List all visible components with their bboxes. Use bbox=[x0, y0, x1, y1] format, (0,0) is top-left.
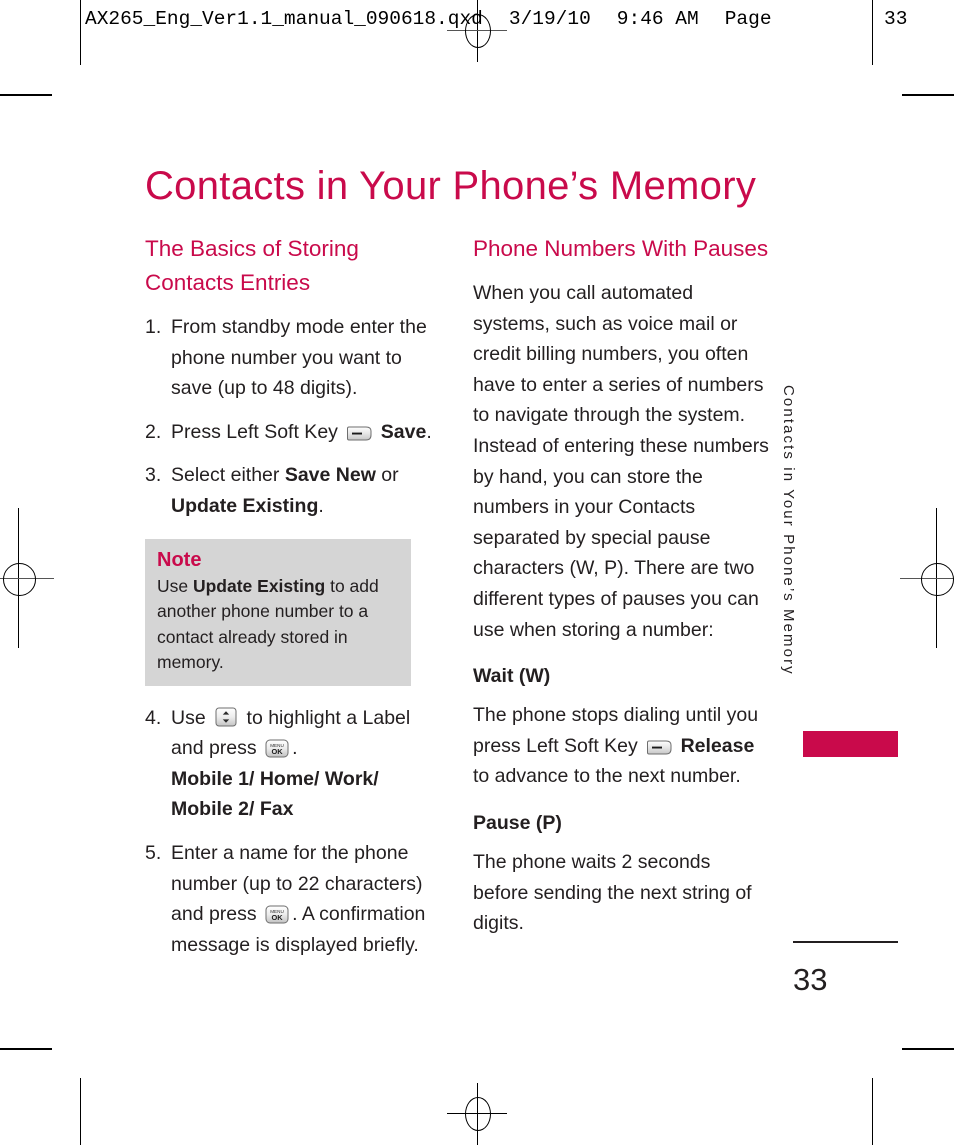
trim-mark-bottom-left bbox=[80, 1078, 81, 1145]
step-number: 2. bbox=[145, 420, 162, 443]
soft-key-icon bbox=[346, 420, 372, 441]
note-title: Note bbox=[157, 548, 202, 571]
menu-ok-icon: MENU OK bbox=[265, 737, 289, 758]
trim-mark-bottom-right bbox=[872, 1078, 873, 1145]
nav-up-down-icon bbox=[215, 706, 237, 727]
crop-mark-top-right bbox=[902, 94, 954, 96]
step-item: 3. Select either Save New or Update Exist… bbox=[145, 460, 435, 521]
prepress-file-name: AX265_Eng_Ver1.1_manual_090618.qxd bbox=[85, 8, 483, 30]
side-tab-marker bbox=[803, 731, 898, 757]
pause-type-subsections: Wait (W) The phone stops dialing until yo… bbox=[473, 662, 771, 939]
step-item: 2. Press Left Soft Key Save. bbox=[145, 417, 435, 448]
right-column-heading: Phone Numbers With Pauses bbox=[473, 236, 769, 261]
pause-subsection-heading: Pause (P) bbox=[473, 811, 562, 834]
page-footer-rule bbox=[793, 941, 898, 943]
storing-contacts-steps-part1: 1. From standby mode enter the phone numb… bbox=[145, 312, 435, 522]
step-item: 1. From standby mode enter the phone numb… bbox=[145, 312, 435, 404]
step-text: Select either Save New or Update Existin… bbox=[171, 464, 399, 517]
pause-subsection-body: The phone stops dialing until you press … bbox=[473, 704, 759, 788]
step-text: Enter a name for the phone number (up to… bbox=[171, 841, 426, 956]
side-tab-label: Contacts in Your Phone’s Memory bbox=[780, 385, 797, 676]
step-number: 4. bbox=[145, 706, 162, 729]
step-item: 5. Enter a name for the phone number (up … bbox=[145, 838, 435, 960]
emphasis-text: Save bbox=[375, 420, 427, 443]
registration-mark-bottom bbox=[447, 1083, 507, 1145]
step-number: 3. bbox=[145, 464, 162, 487]
step-number: 1. bbox=[145, 316, 162, 338]
soft-key-icon bbox=[646, 734, 672, 755]
emphasis-text: Save New bbox=[284, 464, 376, 487]
trim-mark-top-left bbox=[80, 0, 81, 65]
storing-contacts-steps-part2: 4. Use to highlight a Label and press MEN… bbox=[145, 703, 435, 961]
trim-mark-top-right bbox=[872, 0, 873, 65]
prepress-time: 9:46 AM bbox=[616, 8, 699, 30]
pauses-intro-paragraph: When you call automated systems, such as… bbox=[473, 282, 769, 641]
step-item: 4. Use to highlight a Label and press MEN… bbox=[145, 703, 435, 825]
step-text: Use to highlight a Label and press MENU O… bbox=[171, 706, 411, 821]
right-column: Phone Numbers With Pauses When you call … bbox=[473, 232, 771, 952]
svg-text:OK: OK bbox=[272, 747, 284, 756]
prepress-page-number: 33 bbox=[884, 8, 908, 30]
left-column: The Basics of Storing Contacts Entries 1… bbox=[145, 232, 435, 973]
page-number: 33 bbox=[793, 962, 828, 997]
emphasis-text: Release bbox=[675, 734, 755, 757]
left-column-heading: The Basics of Storing Contacts Entries bbox=[145, 236, 359, 295]
prepress-date: 3/19/10 bbox=[508, 8, 591, 30]
prepress-page-label: Page bbox=[724, 8, 772, 30]
registration-mark-top bbox=[447, 0, 507, 62]
note-callout: Note Use Update Existing to add another … bbox=[145, 538, 411, 686]
registration-mark-left bbox=[0, 508, 54, 648]
menu-ok-icon: MENU OK bbox=[265, 903, 289, 924]
pause-subsection-body: The phone waits 2 seconds before sending… bbox=[473, 850, 752, 935]
crop-mark-bottom-right bbox=[902, 1048, 954, 1050]
note-body: Use Update Existing to add another phone… bbox=[157, 575, 379, 673]
crop-mark-bottom-left bbox=[0, 1048, 52, 1050]
emphasis-text: Update Existing bbox=[192, 575, 326, 596]
emphasis-text: Mobile 1/ Home/ Work/ Mobile 2/ Fax bbox=[171, 767, 379, 821]
emphasis-text: Update Existing bbox=[171, 494, 319, 517]
manual-page: AX265_Eng_Ver1.1_manual_090618.qxd 3/19/… bbox=[0, 0, 954, 1145]
svg-text:OK: OK bbox=[272, 913, 284, 922]
page-title: Contacts in Your Phone’s Memory bbox=[145, 163, 757, 208]
step-text: From standby mode enter the phone number… bbox=[171, 316, 427, 400]
crop-mark-top-left bbox=[0, 94, 52, 96]
registration-mark-right bbox=[900, 508, 954, 648]
pause-subsection-heading: Wait (W) bbox=[473, 665, 551, 688]
step-number: 5. bbox=[145, 841, 162, 864]
step-text: Press Left Soft Key Save. bbox=[171, 420, 432, 443]
